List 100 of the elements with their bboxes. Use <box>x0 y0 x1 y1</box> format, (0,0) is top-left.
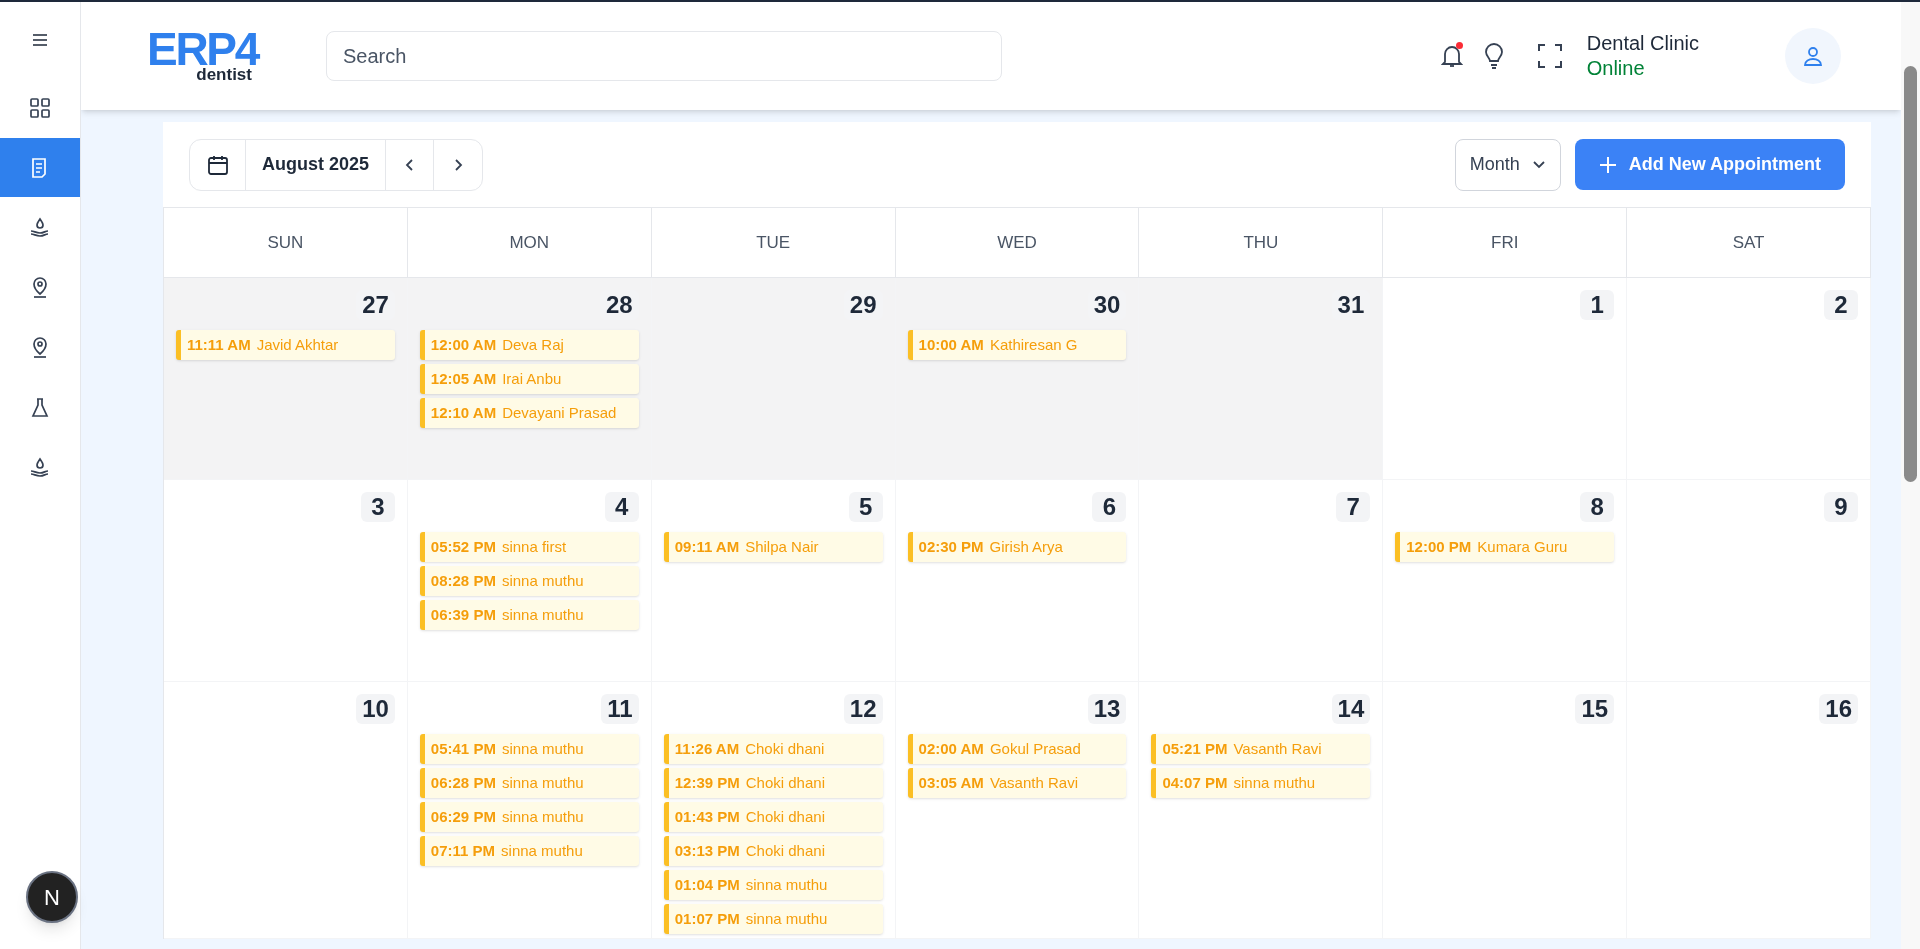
patient-name: Choki dhani <box>745 738 825 759</box>
appointment-time: 12:10 AM <box>430 402 497 423</box>
appointment-item[interactable]: 03:05 AM Vasanth Ravi <box>907 768 1127 798</box>
day-number: 15 <box>1575 694 1615 724</box>
patient-name: Kathiresan G <box>989 334 1078 355</box>
day-cell[interactable]: 16 <box>1627 682 1871 939</box>
appointment-item[interactable]: 12:00 AM Deva Raj <box>419 330 639 360</box>
patient-name: sinna muthu <box>501 840 583 861</box>
appointment-time: 09:11 AM <box>674 536 740 557</box>
day-cell[interactable]: 29 <box>651 278 896 480</box>
appointment-time: 01:07 PM <box>674 908 740 929</box>
day-cell[interactable]: 12 11:26 AM Choki dhani 12:39 PM Choki dhani 01:43 PM Choki dhani 03:13 PM Choki dhani 01:04 PM sinna muthu 01:07 PM sinna muthu <box>651 682 896 939</box>
patient-name: sinna muthu <box>501 604 584 625</box>
search-field[interactable]: Search <box>326 31 1002 81</box>
patient-name: sinna muthu <box>501 570 584 591</box>
appointment-time: 11:11 AM <box>187 334 251 355</box>
patient-name: Kumara Guru <box>1477 536 1568 557</box>
appointment-item[interactable]: 10:00 AM Kathiresan G <box>907 330 1127 360</box>
patient-name: sinna muthu <box>501 772 584 793</box>
day-cell[interactable]: 27 11:11 AM Javid Akhtar <box>164 278 408 480</box>
appointment-time: 01:04 PM <box>674 874 740 895</box>
appointment-item[interactable]: 04:07 PM sinna muthu <box>1151 768 1371 798</box>
patient-name: Devayani Prasad <box>502 402 617 423</box>
appointment-item[interactable]: 12:10 AM Devayani Prasad <box>419 398 639 428</box>
patient-name: Choki dhani <box>745 772 825 793</box>
appointment-time: 10:00 AM <box>918 334 984 355</box>
day-number: 9 <box>1824 492 1858 522</box>
day-number: 3 <box>360 492 395 522</box>
patient-name: Choki dhani <box>745 806 825 827</box>
appointment-item[interactable]: 07:11 PM sinna muthu <box>419 836 639 866</box>
day-cell[interactable]: 10 <box>164 682 408 939</box>
current-month: August 2025 <box>246 139 387 190</box>
patient-name: sinna first <box>501 536 567 557</box>
appointment-time: 12:00 PM <box>1406 536 1472 557</box>
day-cell[interactable]: 7 <box>1139 480 1384 682</box>
patient-name: sinna muthu <box>501 806 584 827</box>
appointment-item[interactable]: 12:05 AM Irai Anbu <box>419 364 639 394</box>
day-cell[interactable]: 9 <box>1627 480 1871 682</box>
appointment-item[interactable]: 01:04 PM sinna muthu <box>663 870 883 900</box>
patient-name: Vasanth Ravi <box>1233 738 1322 759</box>
appointment-time: 05:41 PM <box>430 738 496 759</box>
add-appointment-button[interactable]: Add New Appointment <box>1574 139 1845 190</box>
clinic-name: Dental Clinic <box>1586 31 1699 56</box>
appointment-item[interactable]: 09:11 AM Shilpa Nair <box>663 532 883 562</box>
day-cell[interactable]: 2 <box>1627 278 1871 480</box>
appointment-item[interactable]: 05:52 PM sinna first <box>419 532 639 562</box>
day-cell[interactable]: 5 09:11 AM Shilpa Nair <box>651 480 896 682</box>
day-cell[interactable]: 14 05:21 PM Vasanth Ravi 04:07 PM sinna muthu <box>1139 682 1384 939</box>
appointment-item[interactable]: 06:39 PM sinna muthu <box>419 600 639 630</box>
appointment-item[interactable]: 11:26 AM Choki dhani <box>663 734 883 764</box>
appointment-item[interactable]: 01:07 PM sinna muthu <box>663 904 883 934</box>
appointment-item[interactable]: 06:28 PM sinna muthu <box>419 768 639 798</box>
day-cell[interactable]: 4 05:52 PM sinna first 08:28 PM sinna muthu 06:39 PM sinna muthu <box>407 480 652 682</box>
day-number: 12 <box>843 694 883 724</box>
day-number: 10 <box>356 694 395 724</box>
appointment-time: 08:28 PM <box>430 570 496 591</box>
appointment-item[interactable]: 05:41 PM sinna muthu <box>419 734 639 764</box>
day-cell[interactable]: 15 <box>1383 682 1628 939</box>
scrollbar[interactable] <box>1901 2 1920 949</box>
appointment-item[interactable]: 03:13 PM Choki dhani <box>663 836 883 866</box>
appointment-item[interactable]: 06:29 PM sinna muthu <box>419 802 639 832</box>
patient-name: sinna muthu <box>501 738 584 759</box>
appointment-item[interactable]: 11:11 AM Javid Akhtar <box>176 330 395 360</box>
day-cell[interactable]: 28 12:00 AM Deva Raj 12:05 AM Irai Anbu 12:10 AM Devayani Prasad <box>407 278 652 480</box>
day-cell[interactable]: 3 <box>164 480 408 682</box>
day-cell[interactable]: 11 05:41 PM sinna muthu 06:28 PM sinna muthu 06:29 PM sinna muthu 07:11 PM sinna muthu <box>407 682 652 939</box>
appointment-item[interactable]: 05:21 PM Vasanth Ravi <box>1151 734 1371 764</box>
day-cell[interactable]: 31 <box>1139 278 1384 480</box>
appointment-time: 06:29 PM <box>430 806 496 827</box>
appointment-item[interactable]: 02:00 AM Gokul Prasad <box>907 734 1127 764</box>
view-select[interactable]: Month <box>1454 138 1561 191</box>
day-cell[interactable]: 8 12:00 PM Kumara Guru <box>1383 480 1628 682</box>
appointment-time: 05:52 PM <box>430 536 496 557</box>
day-cell[interactable]: 6 02:30 PM Girish Arya <box>895 480 1140 682</box>
grid-icon <box>28 95 52 120</box>
day-cell[interactable]: 30 10:00 AM Kathiresan G <box>895 278 1140 480</box>
day-number: 5 <box>848 492 883 522</box>
patient-name: Girish Arya <box>989 536 1063 557</box>
appointment-item[interactable]: 12:00 PM Kumara Guru <box>1395 532 1615 562</box>
appointment-time: 12:00 AM <box>430 334 497 355</box>
day-number: 2 <box>1824 290 1858 320</box>
dev-badge[interactable]: N <box>26 871 78 923</box>
appointment-item[interactable]: 12:39 PM Choki dhani <box>663 768 883 798</box>
appointment-time: 06:39 PM <box>430 604 496 625</box>
patient-name: sinna muthu <box>745 874 828 895</box>
appointment-time: 05:21 PM <box>1162 738 1228 759</box>
day-cell[interactable]: 1 <box>1383 278 1628 480</box>
patient-name: Gokul Prasad <box>989 738 1081 759</box>
day-cell[interactable]: 13 02:00 AM Gokul Prasad 03:05 AM Vasanth Ravi <box>895 682 1140 939</box>
user-avatar-icon[interactable] <box>1785 28 1841 84</box>
patient-name: Shilpa Nair <box>745 536 819 557</box>
appointment-item[interactable]: 02:30 PM Girish Arya <box>907 532 1127 562</box>
day-number: 4 <box>604 492 639 522</box>
day-number: 1 <box>1580 290 1615 320</box>
day-number: 11 <box>601 694 639 724</box>
sidebar-item[interactable] <box>0 138 80 197</box>
appointment-item[interactable]: 08:28 PM sinna muthu <box>419 566 639 596</box>
appointment-item[interactable]: 01:43 PM Choki dhani <box>663 802 883 832</box>
fullscreen-icon[interactable] <box>1536 43 1563 69</box>
day-number: 8 <box>1580 492 1615 522</box>
